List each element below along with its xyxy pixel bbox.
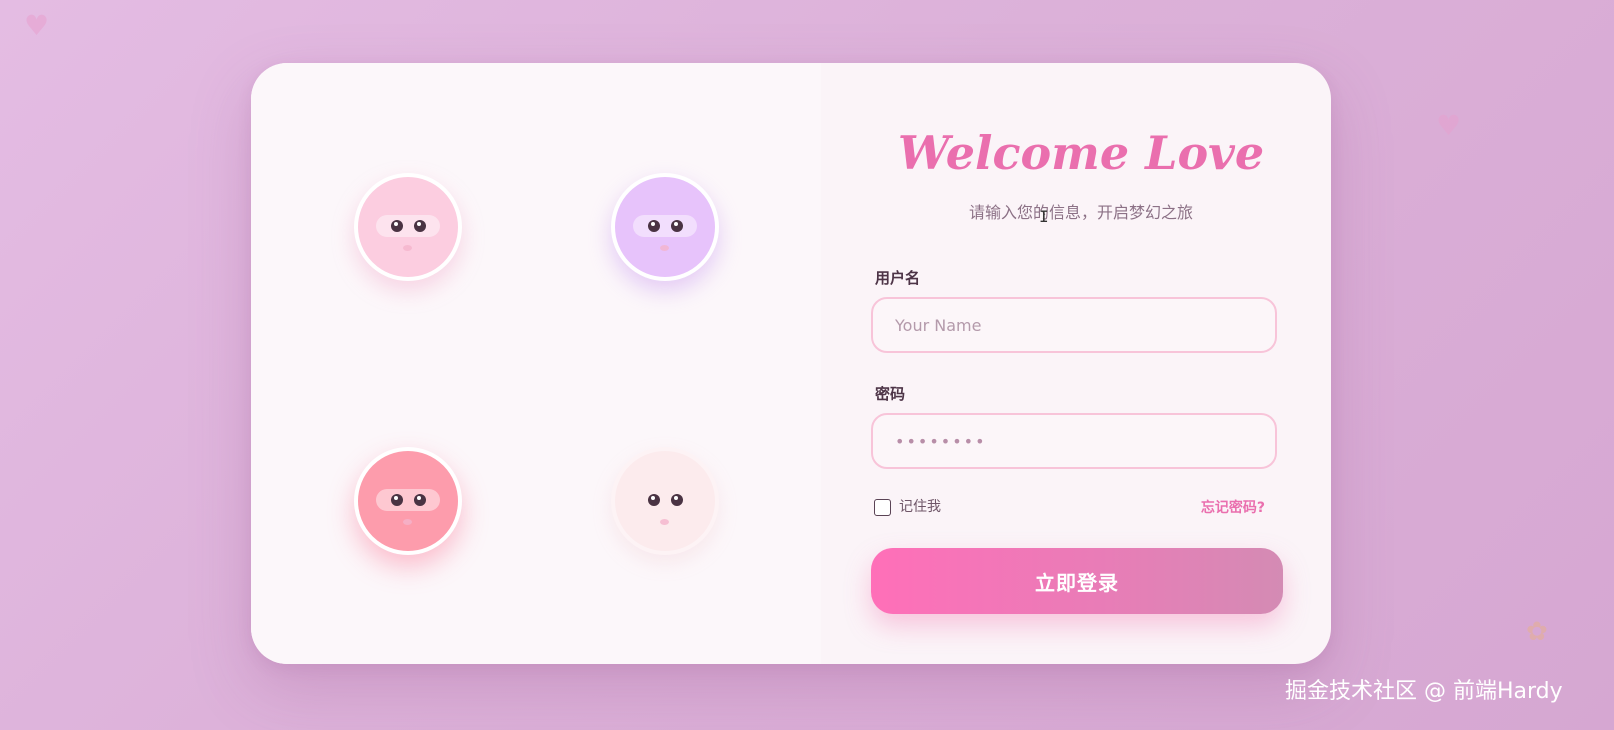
avatar-pink (354, 173, 462, 281)
password-label: 密码 (875, 385, 906, 403)
avatar-mask (376, 215, 440, 237)
avatar-coral (354, 447, 462, 555)
avatar-mask (633, 489, 697, 511)
avatar-eye (671, 494, 683, 506)
heart-decoration-icon: ♥ (1436, 109, 1462, 142)
remember-me-label: 记住我 (899, 499, 941, 515)
avatar-eye (671, 220, 683, 232)
avatar-lavender (611, 173, 719, 281)
avatar-eye (391, 494, 403, 506)
flower-decoration-icon: ✿ (1526, 617, 1548, 647)
username-label: 用户名 (875, 269, 921, 287)
avatar-blush (660, 519, 669, 525)
avatar-eye (414, 494, 426, 506)
forgot-password-link[interactable]: 忘记密码? (1155, 499, 1265, 517)
welcome-title: Welcome Love (897, 126, 1265, 180)
text-cursor-icon: I (1039, 207, 1049, 226)
login-card: Welcome Love 请输入您的信息，开启梦幻之旅 I 用户名 密码 记住我… (251, 63, 1331, 664)
username-input[interactable] (871, 297, 1277, 353)
watermark: 掘金技术社区 @ 前端Hardy (1285, 679, 1563, 704)
login-button[interactable]: 立即登录 (871, 548, 1283, 614)
avatar-mask (633, 215, 697, 237)
avatar-cream (611, 447, 719, 555)
avatar-mask (376, 489, 440, 511)
avatar-eye (391, 220, 403, 232)
avatar-eye (648, 494, 660, 506)
heart-decoration-icon: ♥ (24, 9, 50, 42)
remember-me-checkbox[interactable]: 记住我 (874, 498, 941, 516)
password-input[interactable] (871, 413, 1277, 469)
avatar-eye (648, 220, 660, 232)
checkbox-icon[interactable] (874, 498, 891, 516)
avatar-panel (251, 63, 821, 664)
avatar-blush (403, 245, 412, 251)
welcome-subtitle: 请输入您的信息，开启梦幻之旅 (968, 203, 1193, 222)
avatar-eye (414, 220, 426, 232)
avatar-blush (660, 245, 669, 251)
avatar-blush (403, 519, 412, 525)
